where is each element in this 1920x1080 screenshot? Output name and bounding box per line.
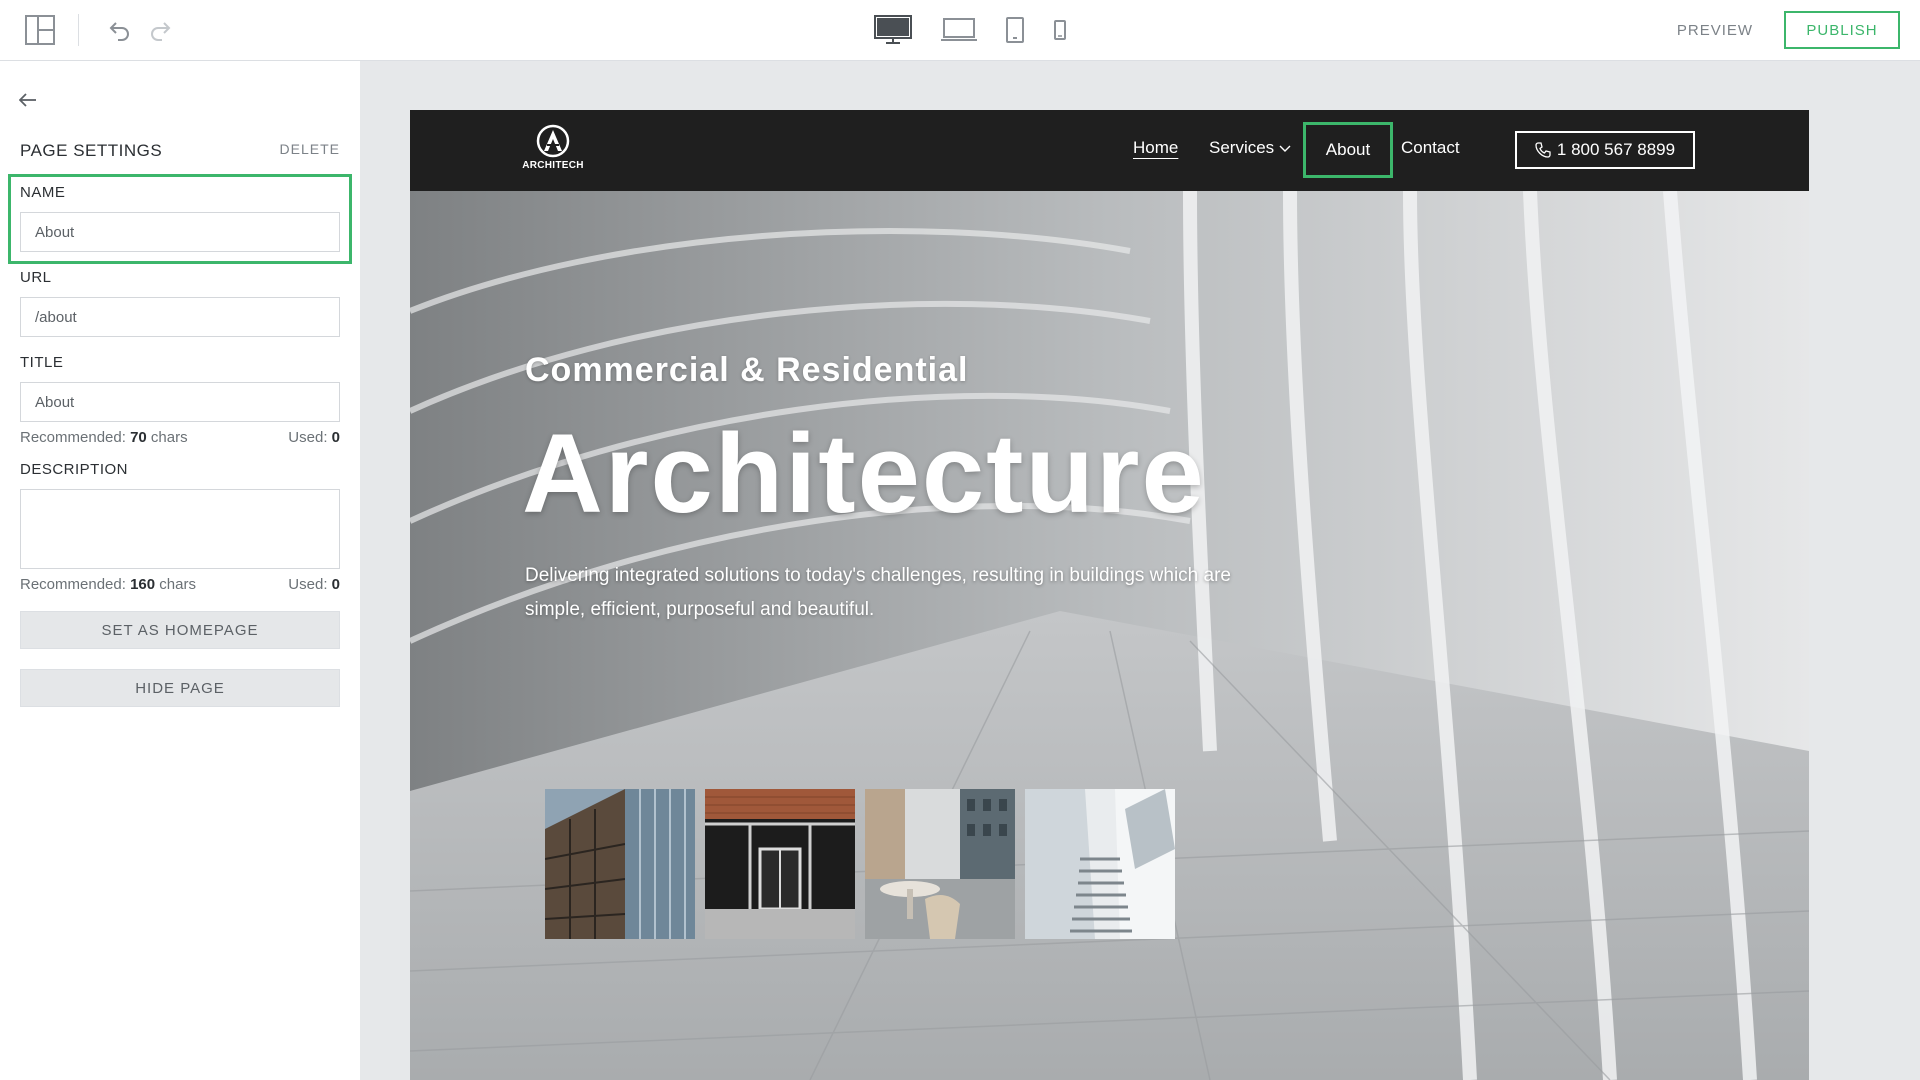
phone-button[interactable]: 1 800 567 8899 xyxy=(1515,131,1695,169)
description-textarea[interactable] xyxy=(20,489,340,569)
desktop-icon[interactable] xyxy=(870,10,916,50)
title-recommended: Recommended: 70 chars xyxy=(20,429,188,446)
phone-number: 1 800 567 8899 xyxy=(1556,140,1676,159)
phone-icon xyxy=(1535,142,1551,158)
publish-button[interactable]: PUBLISH xyxy=(1784,11,1900,49)
site-navbar: ARCHITECH Home Services About Contact 1 … xyxy=(410,110,1809,191)
url-label: URL xyxy=(20,269,52,286)
nav-about-label: About xyxy=(1325,140,1371,159)
name-label: NAME xyxy=(20,184,66,201)
page-settings-panel: PAGE SETTINGS DELETE NAME URL TITLE Reco… xyxy=(0,61,360,1080)
layout-panel-icon[interactable] xyxy=(20,11,60,49)
nav-services[interactable]: Services xyxy=(1209,138,1291,158)
nav-about[interactable]: About xyxy=(1303,122,1393,178)
site-logo[interactable]: ARCHITECH xyxy=(522,124,584,180)
title-char-hint: Recommended: 70 chars Used: 0 xyxy=(20,429,340,446)
set-as-homepage-button[interactable]: SET AS HOMEPAGE xyxy=(20,611,340,649)
glass-tower-photo[interactable] xyxy=(545,789,695,939)
architech-logo-icon xyxy=(536,124,570,158)
title-used: Used: 0 xyxy=(288,429,340,446)
undo-icon[interactable] xyxy=(104,14,136,46)
nav-contact[interactable]: Contact xyxy=(1401,138,1460,158)
description-label: DESCRIPTION xyxy=(20,461,129,478)
editor-toolbar: PREVIEW PUBLISH xyxy=(0,0,1920,61)
back-arrow-icon[interactable] xyxy=(14,86,42,114)
description-used: Used: 0 xyxy=(288,576,340,593)
logo-wordmark: ARCHITECH xyxy=(522,160,584,171)
white-staircase-photo[interactable] xyxy=(1025,789,1175,939)
tablet-icon[interactable] xyxy=(1000,10,1030,50)
mobile-icon[interactable] xyxy=(1048,10,1072,50)
title-label: TITLE xyxy=(20,354,64,371)
hero-background-image xyxy=(410,191,1809,1080)
redo-icon[interactable] xyxy=(144,14,176,46)
url-input[interactable] xyxy=(20,297,340,337)
laptop-icon[interactable] xyxy=(936,10,982,50)
preview-button[interactable]: PREVIEW xyxy=(1660,12,1770,48)
hero-section: Commercial & Residential Architecture De… xyxy=(410,191,1809,1080)
hero-subtitle: Commercial & Residential xyxy=(525,351,969,389)
website-preview: ARCHITECH Home Services About Contact 1 … xyxy=(410,110,1809,1080)
description-char-hint: Recommended: 160 chars Used: 0 xyxy=(20,576,340,593)
chevron-down-icon xyxy=(1279,145,1291,152)
title-input[interactable] xyxy=(20,382,340,422)
hero-title: Architecture xyxy=(522,411,1206,536)
brick-storefront-photo[interactable] xyxy=(705,789,855,939)
nav-services-label: Services xyxy=(1209,138,1275,157)
nav-home[interactable]: Home xyxy=(1133,138,1178,158)
panel-title: PAGE SETTINGS xyxy=(20,141,163,160)
hero-description: Delivering integrated solutions to today… xyxy=(525,565,1231,620)
hide-page-button[interactable]: HIDE PAGE xyxy=(20,669,340,707)
courtyard-cafe-photo[interactable] xyxy=(865,789,1015,939)
delete-page-button[interactable]: DELETE xyxy=(270,141,340,157)
description-recommended: Recommended: 160 chars xyxy=(20,576,196,593)
name-input[interactable] xyxy=(20,212,340,252)
toolbar-divider xyxy=(78,14,79,46)
editor-canvas: ARCHITECH Home Services About Contact 1 … xyxy=(360,61,1920,1080)
